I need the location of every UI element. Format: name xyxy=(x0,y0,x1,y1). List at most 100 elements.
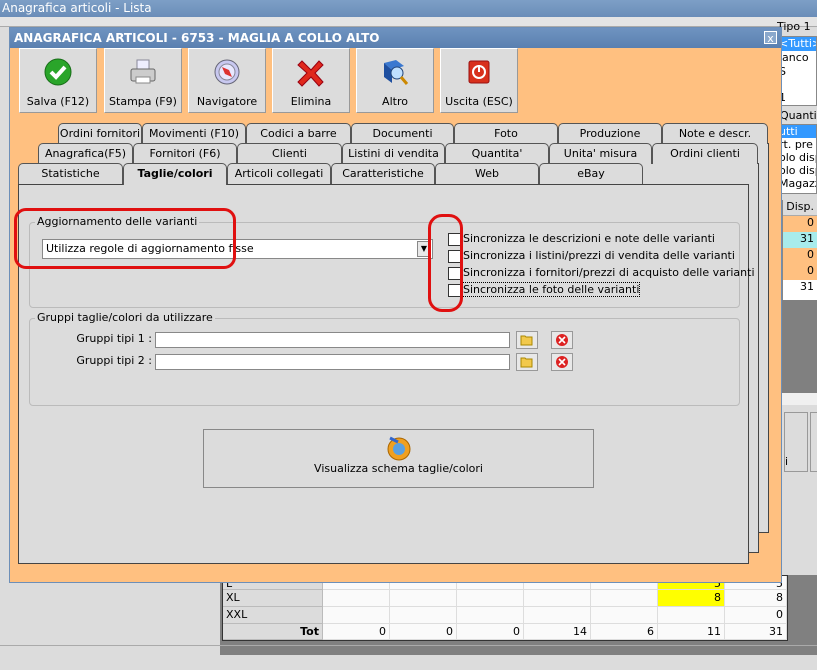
gruppi-group: Gruppi taglie/colori da utilizzare Grupp… xyxy=(29,311,740,406)
folder-icon[interactable] xyxy=(516,353,538,371)
grid-cell xyxy=(524,607,591,624)
list-item[interactable]: ianco xyxy=(779,51,816,65)
printer-icon xyxy=(130,59,156,84)
grid-cell: 31 xyxy=(783,232,817,248)
article-dialog: ANAGRAFICA ARTICOLI - 6753 - MAGLIA A CO… xyxy=(9,27,782,583)
background-button[interactable]: i xyxy=(784,412,808,472)
gruppi-tipi-1-input[interactable] xyxy=(155,332,510,348)
sync-checkbox-label[interactable]: Sincronizza i listini/prezzi di vendita … xyxy=(463,249,735,262)
tab-anagrafica-f5[interactable]: Anagrafica(F5) xyxy=(38,143,133,164)
grid-row-label: Tot xyxy=(223,624,323,640)
list-item[interactable]: <Tutti> xyxy=(779,37,816,51)
grid-row: XL 8 8 xyxy=(223,590,787,607)
grid-cell xyxy=(524,590,591,607)
grid-cell: 0 xyxy=(457,624,524,640)
highlight-annotation xyxy=(14,208,236,269)
grid-row-label: XL xyxy=(223,590,323,607)
close-button[interactable]: x xyxy=(764,31,777,45)
more-button[interactable]: Altro xyxy=(356,48,434,113)
disp-header: Disp. xyxy=(783,200,817,216)
grid-empty-area xyxy=(782,300,817,393)
save-label: Salva (F12) xyxy=(26,95,90,108)
highlight-annotation xyxy=(428,214,463,312)
tab-foto[interactable]: Foto xyxy=(454,123,558,144)
grid-row: Tot 0 0 0 14 6 11 31 xyxy=(223,624,787,640)
grid-cell: 0 xyxy=(783,216,817,232)
print-label: Stampa (F9) xyxy=(109,95,177,108)
app-title-bar: Anagrafica articoli - Lista xyxy=(0,0,817,17)
delete-button[interactable]: Elimina xyxy=(272,48,350,113)
show-schema-button[interactable]: Visualizza schema taglie/colori xyxy=(203,429,594,488)
tipo1-list[interactable]: <Tutti> ianco S 1 xyxy=(778,36,817,106)
grid-cell: 31 xyxy=(725,624,787,640)
list-item[interactable]: S xyxy=(779,65,816,79)
tab-unita-misura[interactable]: Unita' misura xyxy=(549,143,652,164)
grid-cell xyxy=(390,607,457,624)
tab-clienti[interactable]: Clienti xyxy=(237,143,342,164)
list-item[interactable]: utti xyxy=(779,125,816,138)
background-button[interactable] xyxy=(810,412,817,472)
schema-icon xyxy=(387,436,410,461)
tab-documenti[interactable]: Documenti xyxy=(351,123,454,144)
grid-row-label: XXL xyxy=(223,607,323,624)
divider xyxy=(0,645,817,646)
disp-grid: Disp. 0 31 0 0 31 xyxy=(782,200,817,300)
print-button[interactable]: Stampa (F9) xyxy=(104,48,182,113)
tab-produzione[interactable]: Produzione xyxy=(558,123,662,144)
sync-checkbox-label[interactable]: Sincronizza i fornitori/prezzi di acquis… xyxy=(463,266,755,279)
sync-checkbox-label[interactable]: Sincronizza le foto delle varianti xyxy=(461,282,641,297)
tab-ordini-clienti[interactable]: Ordini clienti xyxy=(652,143,758,164)
save-button[interactable]: Salva (F12) xyxy=(19,48,97,113)
tab-fornitori-f6[interactable]: Fornitori (F6) xyxy=(133,143,237,164)
grid-cell xyxy=(457,590,524,607)
gruppi-tipi-2-input[interactable] xyxy=(155,354,510,370)
grid-cell: 14 xyxy=(524,624,591,640)
list-item[interactable]: Magazzi xyxy=(779,177,816,190)
tab-ordini-fornitori[interactable]: Ordini fornitori xyxy=(58,123,142,144)
book-search-icon xyxy=(384,60,409,85)
tab-quantita[interactable]: Quantita' xyxy=(445,143,549,164)
taglie-grid: L 5 5 XL 8 8 XXL 0 Tot 0 0 0 14 6 11 31 xyxy=(222,575,788,641)
tipo1-label: Tipo 1 xyxy=(777,20,811,33)
exit-button[interactable]: Uscita (ESC) xyxy=(440,48,518,113)
grid-cell: 0 xyxy=(323,624,390,640)
tab-movimenti-f10[interactable]: Movimenti (F10) xyxy=(142,123,246,144)
tab-articoli-collegati[interactable]: Articoli collegati xyxy=(227,163,331,184)
taglie-colori-panel: Aggiornamento delle varianti Utilizza re… xyxy=(14,184,755,564)
list-item[interactable]: olo disp xyxy=(779,164,816,177)
show-schema-label: Visualizza schema taglie/colori xyxy=(314,462,483,475)
grid-cell xyxy=(457,607,524,624)
check-icon xyxy=(44,58,72,86)
grid-cell: 0 xyxy=(783,248,817,264)
quantita-list[interactable]: utti rt. pre olo disp olo disp Magazzi xyxy=(778,124,817,194)
folder-icon[interactable] xyxy=(516,331,538,349)
grid-cell: 0 xyxy=(725,607,787,624)
clear-icon[interactable] xyxy=(551,331,573,349)
tab-codici-a-barre[interactable]: Codici a barre xyxy=(246,123,351,144)
tab-ebay[interactable]: eBay xyxy=(539,163,643,184)
tab-statistiche[interactable]: Statistiche xyxy=(18,163,123,184)
navigator-button[interactable]: Navigatore xyxy=(188,48,266,113)
grid-cell: 0 xyxy=(390,624,457,640)
clear-icon[interactable] xyxy=(551,353,573,371)
list-item[interactable]: rt. pre xyxy=(779,138,816,151)
grid-cell: 11 xyxy=(658,624,725,640)
gruppi-tipi-2-label: Gruppi tipi 2 : xyxy=(76,354,152,367)
grid-cell xyxy=(323,590,390,607)
grid-row: XXL 0 xyxy=(223,607,787,624)
grid-cell: 8 xyxy=(725,590,787,607)
tab-taglie-colori[interactable]: Taglie/colori xyxy=(123,163,227,185)
gruppi-label: Gruppi taglie/colori da utilizzare xyxy=(35,311,215,324)
power-icon xyxy=(468,60,490,84)
tab-listini-di-vendita[interactable]: Listini di vendita xyxy=(342,143,445,164)
dialog-title: ANAGRAFICA ARTICOLI - 6753 - MAGLIA A CO… xyxy=(10,28,781,48)
more-label: Altro xyxy=(382,95,408,108)
sync-checkbox-label[interactable]: Sincronizza le descrizioni e note delle … xyxy=(463,232,715,245)
tab-note-e-descr[interactable]: Note e descr. xyxy=(662,123,768,144)
tab-caratteristiche[interactable]: Caratteristiche xyxy=(331,163,435,184)
list-item[interactable]: olo disp xyxy=(779,151,816,164)
list-item[interactable]: 1 xyxy=(779,91,816,105)
grid-footer xyxy=(782,393,817,405)
grid-cell xyxy=(591,590,658,607)
tab-web[interactable]: Web xyxy=(435,163,539,184)
